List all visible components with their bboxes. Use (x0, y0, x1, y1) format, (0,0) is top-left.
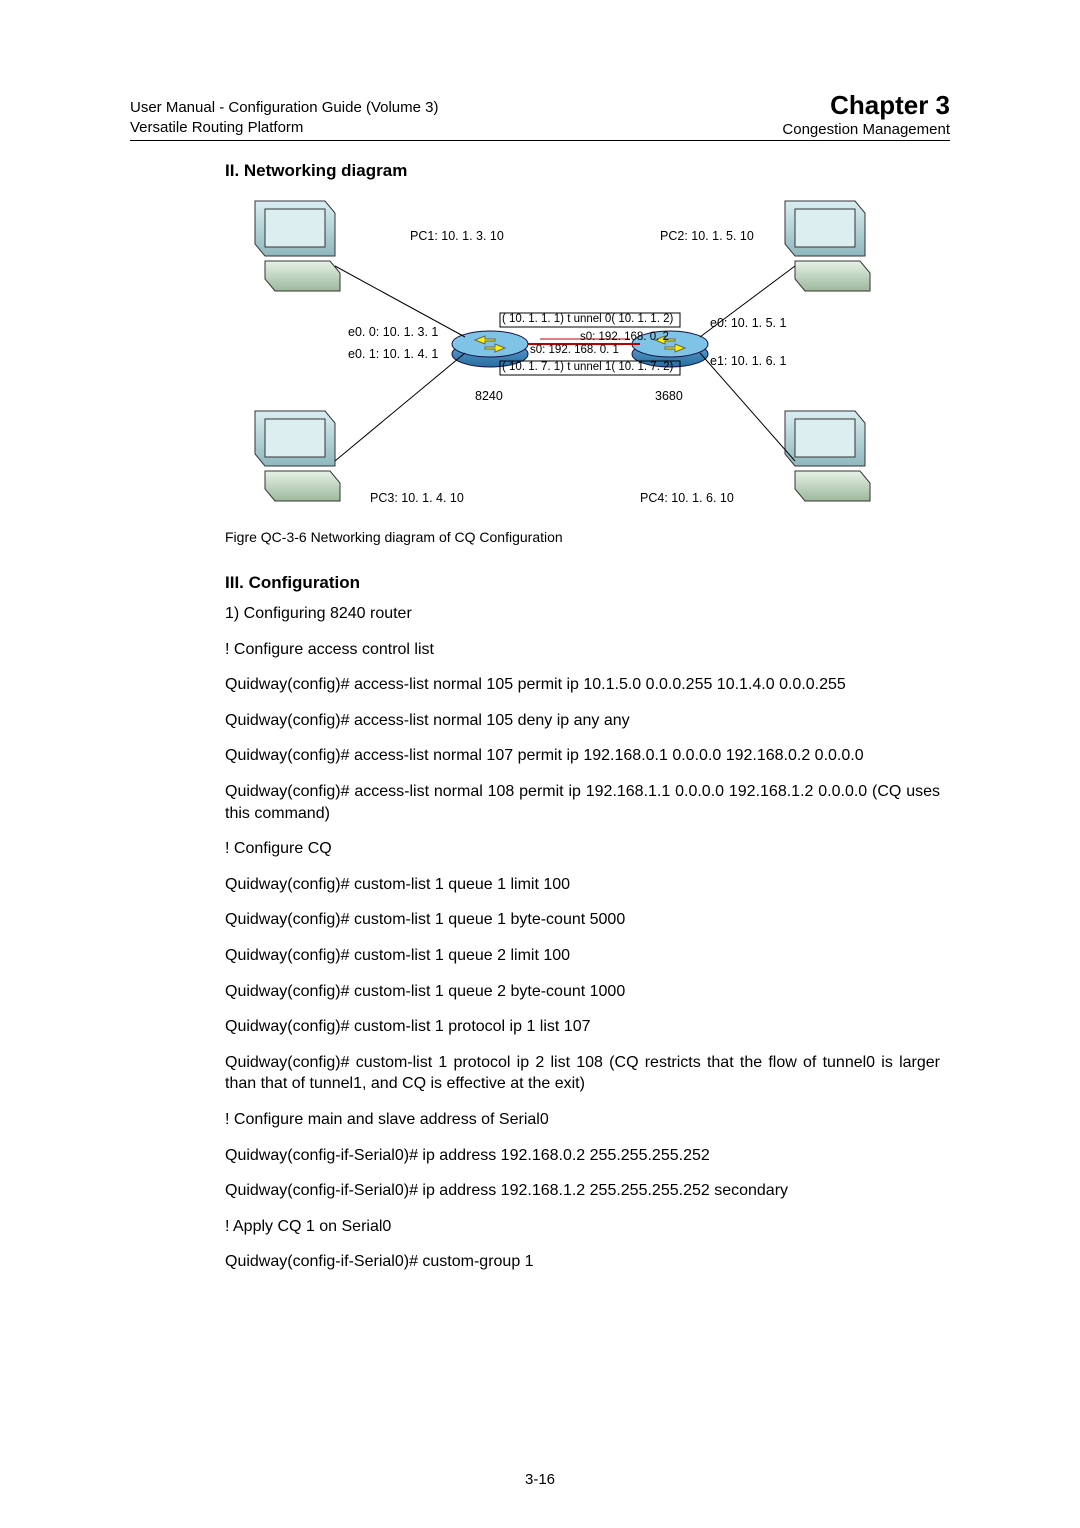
network-diagram: PC1: 10. 1. 3. 10 PC2: 10. 1. 5. 10 PC3:… (240, 191, 880, 521)
line-18: Quidway(config-if-Serial0)# custom-group… (225, 1251, 940, 1273)
line-11: Quidway(config)# custom-list 1 queue 2 b… (225, 981, 940, 1003)
page-number: 3-16 (0, 1471, 1080, 1488)
lbl-e00: e0. 0: 10. 1. 3. 1 (348, 325, 438, 339)
lbl-rtr-left: 8240 (475, 389, 503, 403)
line-10: Quidway(config)# custom-list 1 queue 2 l… (225, 945, 940, 967)
line-4: Quidway(config)# access-list normal 105 … (225, 710, 940, 732)
line-5: Quidway(config)# access-list normal 107 … (225, 745, 940, 767)
lbl-e01: e0. 1: 10. 1. 4. 1 (348, 347, 438, 361)
line-2: ! Configure access control list (225, 639, 940, 661)
line-12: Quidway(config)# custom-list 1 protocol … (225, 1016, 940, 1038)
line-9: Quidway(config)# custom-list 1 queue 1 b… (225, 909, 940, 931)
chapter-subtitle: Congestion Management (782, 121, 950, 138)
figure-caption: Figre QC-3-6 Networking diagram of CQ Co… (225, 529, 950, 545)
lbl-pc4: PC4: 10. 1. 6. 10 (640, 491, 734, 505)
lbl-s0-bot: s0: 192. 168. 0. 1 (530, 344, 619, 356)
line-15: Quidway(config-if-Serial0)# ip address 1… (225, 1145, 940, 1167)
lbl-e1r: e1: 10. 1. 6. 1 (710, 354, 786, 368)
lbl-e0r: e0: 10. 1. 5. 1 (710, 316, 786, 330)
lbl-pc1: PC1: 10. 1. 3. 10 (410, 229, 504, 243)
lbl-pc3: PC3: 10. 1. 4. 10 (370, 491, 464, 505)
lbl-pc2: PC2: 10. 1. 5. 10 (660, 229, 754, 243)
lbl-tunnel1: ( 10. 1. 7. 1) t unnel 1( 10. 1. 7. 2) (502, 361, 673, 373)
header-left-line2: Versatile Routing Platform (130, 118, 438, 138)
line-3: Quidway(config)# access-list normal 105 … (225, 674, 940, 696)
lbl-tunnel0: ( 10. 1. 1. 1) t unnel 0( 10. 1. 1. 2) (502, 313, 673, 325)
header-left-line1: User Manual - Configuration Guide (Volum… (130, 98, 438, 118)
page-header: User Manual - Configuration Guide (Volum… (130, 90, 950, 141)
line-17: ! Apply CQ 1 on Serial0 (225, 1216, 940, 1238)
line-13: Quidway(config)# custom-list 1 protocol … (225, 1052, 940, 1095)
chapter-title: Chapter 3 (782, 90, 950, 121)
line-7: ! Configure CQ (225, 838, 940, 860)
lbl-s0-top: s0: 192. 168. 0. 2 (580, 331, 669, 343)
line-16: Quidway(config-if-Serial0)# ip address 1… (225, 1180, 940, 1202)
section-heading-diagram: II. Networking diagram (225, 161, 950, 181)
section-heading-config: III. Configuration (225, 573, 950, 593)
line-8: Quidway(config)# custom-list 1 queue 1 l… (225, 874, 940, 896)
line-1: 1) Configuring 8240 router (225, 603, 940, 625)
body-text: 1) Configuring 8240 router ! Configure a… (225, 603, 940, 1273)
line-14: ! Configure main and slave address of Se… (225, 1109, 940, 1131)
line-6: Quidway(config)# access-list normal 108 … (225, 781, 940, 824)
lbl-rtr-right: 3680 (655, 389, 683, 403)
